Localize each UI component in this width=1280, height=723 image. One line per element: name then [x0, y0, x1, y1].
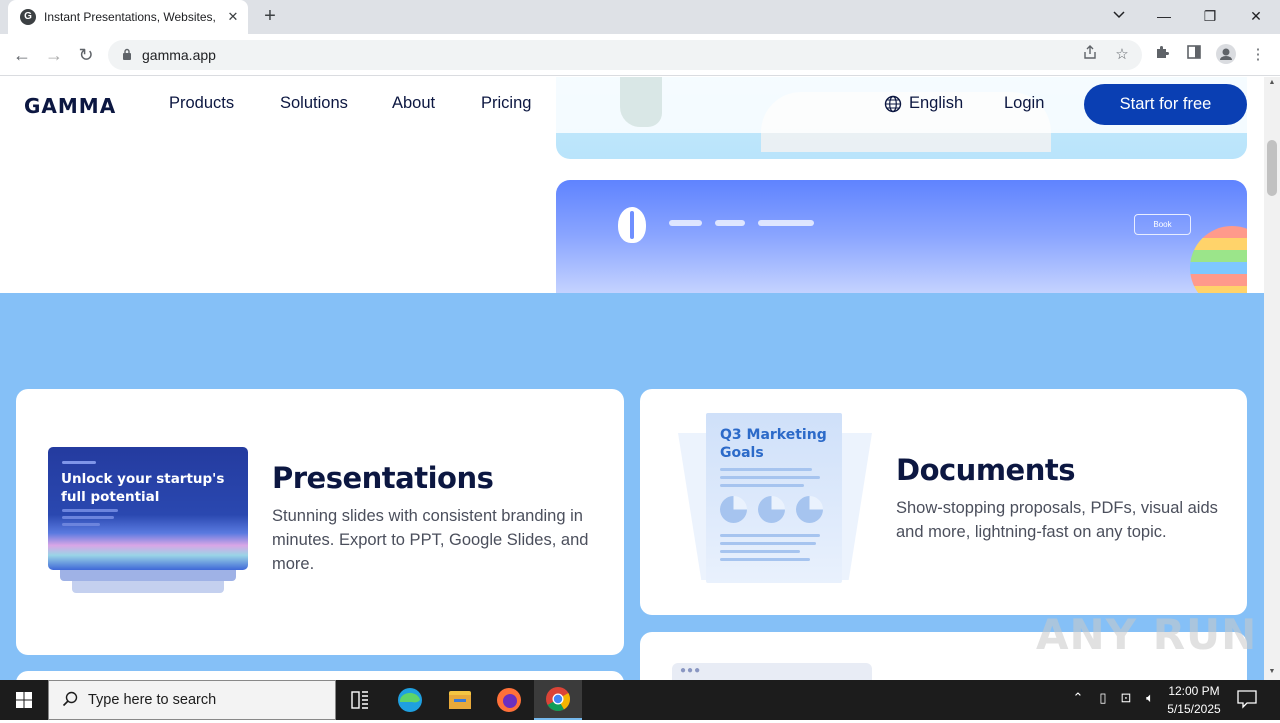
- task-view-icon[interactable]: [336, 682, 384, 718]
- balloon-icon: [618, 207, 646, 243]
- extensions-icon[interactable]: [1151, 44, 1173, 66]
- slide-thumbnail: Unlock your startup's full potential: [48, 447, 248, 570]
- slide-stack-layer: [72, 581, 224, 593]
- url-text[interactable]: gamma.app: [142, 47, 216, 63]
- edge-icon[interactable]: [386, 682, 434, 718]
- presentations-description: Stunning slides with consistent branding…: [272, 507, 589, 573]
- search-icon: [62, 691, 78, 707]
- menu-icon[interactable]: ⋮: [1247, 44, 1269, 66]
- globe-icon[interactable]: [884, 95, 902, 113]
- slide-text-line: [62, 509, 118, 512]
- clock-date[interactable]: 5/15/2025: [1166, 702, 1222, 716]
- documents-description: Show-stopping proposals, PDFs, visual ai…: [896, 499, 1218, 541]
- network-icon[interactable]: ⊡: [1116, 690, 1136, 706]
- browser-mockup: [672, 663, 872, 680]
- document-thumbnail-title: Q3 Marketing Goals: [720, 427, 827, 461]
- doc-text-line: [720, 558, 810, 561]
- slide-text-line: [62, 516, 114, 519]
- address-bar[interactable]: [108, 40, 1142, 70]
- restore-button[interactable]: ❐: [1190, 4, 1230, 28]
- profile-icon[interactable]: [1215, 44, 1237, 66]
- notification-icon[interactable]: [1236, 689, 1258, 709]
- slide-accent-line: [62, 461, 96, 464]
- doc-text-line: [720, 534, 820, 537]
- close-window-button[interactable]: ✕: [1236, 4, 1276, 28]
- chrome-taskbar-button[interactable]: [534, 680, 582, 720]
- tab-title: Instant Presentations, Websites,: [44, 10, 216, 24]
- share-icon[interactable]: [1079, 44, 1101, 66]
- preview-book-button: Book: [1134, 214, 1191, 235]
- nav-about[interactable]: About: [392, 94, 435, 113]
- minimize-button[interactable]: —: [1144, 4, 1184, 28]
- back-button[interactable]: ←: [10, 44, 34, 68]
- nav-products[interactable]: Products: [169, 94, 234, 113]
- pie-chart-icon: [720, 496, 747, 523]
- windows-start-icon[interactable]: [0, 680, 48, 720]
- site-header: GAMMA Products Solutions About Pricing E…: [0, 77, 1264, 133]
- tab-search-icon[interactable]: [1099, 4, 1139, 28]
- login-link[interactable]: Login: [1004, 94, 1044, 113]
- lock-icon[interactable]: [122, 48, 132, 60]
- scroll-thumb[interactable]: [1267, 140, 1277, 196]
- language-selector[interactable]: English: [909, 94, 963, 113]
- anyrun-watermark: ANY RUN: [1036, 610, 1258, 659]
- page-viewport: Book Presentations Stunning slides with …: [0, 77, 1264, 680]
- start-for-free-button[interactable]: Start for free: [1084, 84, 1247, 125]
- show-hidden-icons-icon[interactable]: ⌃: [1068, 690, 1088, 706]
- feature-card[interactable]: [16, 671, 624, 680]
- chrome-icon: [546, 687, 571, 712]
- slide-thumbnail-text: Unlock your startup's full potential: [61, 471, 225, 505]
- tab-close-icon[interactable]: ✕: [224, 8, 242, 26]
- document-thumbnail: Q3 Marketing Goals: [706, 413, 842, 583]
- clock-time[interactable]: 12:00 PM: [1166, 684, 1222, 698]
- new-tab-button[interactable]: +: [258, 5, 282, 29]
- reload-button[interactable]: ↻: [74, 44, 98, 68]
- gamma-favicon-icon: G: [20, 9, 36, 25]
- pie-chart-icon: [796, 496, 823, 523]
- bookmark-star-icon[interactable]: ☆: [1111, 44, 1133, 66]
- browser-tab[interactable]: G Instant Presentations, Websites, ✕: [8, 0, 248, 34]
- nav-pricing[interactable]: Pricing: [481, 94, 531, 113]
- doc-text-line: [720, 484, 804, 487]
- doc-text-line: [720, 542, 816, 545]
- gamma-logo[interactable]: GAMMA: [24, 94, 116, 118]
- search-placeholder: Type here to search: [88, 692, 217, 708]
- scroll-up-arrow-icon[interactable]: ▲: [1264, 77, 1280, 89]
- preview-nav-line: [715, 220, 745, 226]
- window-dots-icon: ●●●: [680, 665, 702, 676]
- preview-nav-line: [758, 220, 814, 226]
- forward-button[interactable]: →: [42, 44, 66, 68]
- presentations-title: Presentations: [272, 461, 494, 495]
- volume-icon[interactable]: 🔈︎: [1140, 690, 1160, 706]
- pie-chart-icon: [758, 496, 785, 523]
- doc-text-line: [720, 550, 800, 553]
- side-panel-icon[interactable]: [1183, 44, 1205, 66]
- scroll-down-arrow-icon[interactable]: ▼: [1264, 666, 1280, 678]
- nav-solutions[interactable]: Solutions: [280, 94, 348, 113]
- documents-title: Documents: [896, 453, 1076, 487]
- doc-text-line: [720, 468, 812, 471]
- firefox-icon[interactable]: [485, 682, 533, 718]
- file-explorer-icon[interactable]: [436, 682, 484, 718]
- slide-text-line: [62, 523, 100, 526]
- preview-nav-line: [669, 220, 702, 226]
- battery-icon[interactable]: ▯: [1093, 690, 1113, 706]
- doc-text-line: [720, 476, 820, 479]
